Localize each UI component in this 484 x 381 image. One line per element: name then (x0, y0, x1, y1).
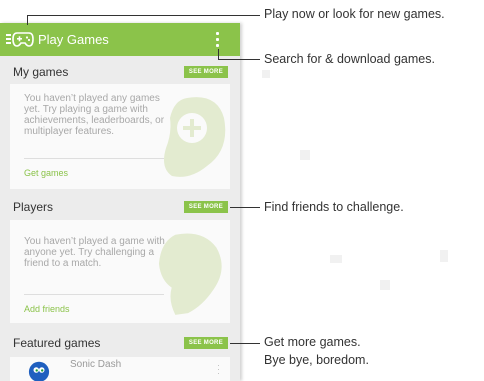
overflow-menu-icon[interactable] (216, 32, 220, 48)
my-games-card: You haven’t played any games yet. Try pl… (10, 84, 230, 189)
app-bar: Play Games (0, 23, 240, 56)
see-more-button[interactable]: SEE MORE (183, 201, 228, 213)
callout-line-play-now-vertical (27, 15, 28, 25)
callout-line-search (218, 59, 260, 60)
menu-icon[interactable] (6, 34, 11, 45)
watermark-block (330, 255, 342, 263)
section-title: My games (13, 65, 69, 79)
section-header-players: Players SEE MORE (10, 195, 230, 219)
add-friends-link[interactable]: Add friends (24, 304, 70, 314)
watermark-block (262, 70, 270, 78)
card-divider (24, 158, 164, 159)
section-header-featured: Featured games SEE MORE (10, 331, 230, 355)
game-controller-icon[interactable] (12, 30, 34, 48)
section-title: Featured games (13, 336, 101, 350)
watermark-block (440, 250, 448, 262)
featured-game-item[interactable]: Sonic Dash · · · (10, 357, 230, 381)
callout-search: Search for & download games. (264, 52, 435, 66)
callout-line-more-games (230, 343, 260, 344)
sonic-thumbnail-icon (28, 361, 50, 381)
get-games-link[interactable]: Get games (24, 168, 68, 178)
watermark-block (300, 150, 310, 160)
see-more-button[interactable]: SEE MORE (183, 66, 228, 78)
see-more-button[interactable]: SEE MORE (183, 337, 228, 349)
card-divider (24, 294, 164, 295)
callout-line-search-vertical (218, 49, 219, 59)
item-overflow-icon[interactable]: · · · (217, 361, 220, 378)
phone-screen: Play Games My games SEE MORE You haven’t… (0, 23, 240, 381)
section-title: Players (13, 200, 54, 214)
my-games-message: You haven’t played any games yet. Try pl… (24, 93, 165, 137)
callout-line-play-now (27, 15, 260, 16)
callout-friends: Find friends to challenge. (264, 200, 404, 214)
players-card: You haven’t played a game with anyone ye… (10, 220, 230, 323)
callout-more-games: Get more games. (264, 335, 361, 349)
callout-line-friends (230, 207, 260, 208)
callout-play-now: Play now or look for new games. (264, 7, 445, 21)
watermark-block (380, 280, 390, 290)
featured-game-title: Sonic Dash (70, 359, 122, 370)
section-header-my-games: My games SEE MORE (10, 60, 230, 84)
app-title: Play Games (38, 32, 109, 47)
callout-boredom: Bye bye, boredom. (264, 353, 369, 367)
players-message: You haven’t played a game with anyone ye… (24, 236, 165, 269)
